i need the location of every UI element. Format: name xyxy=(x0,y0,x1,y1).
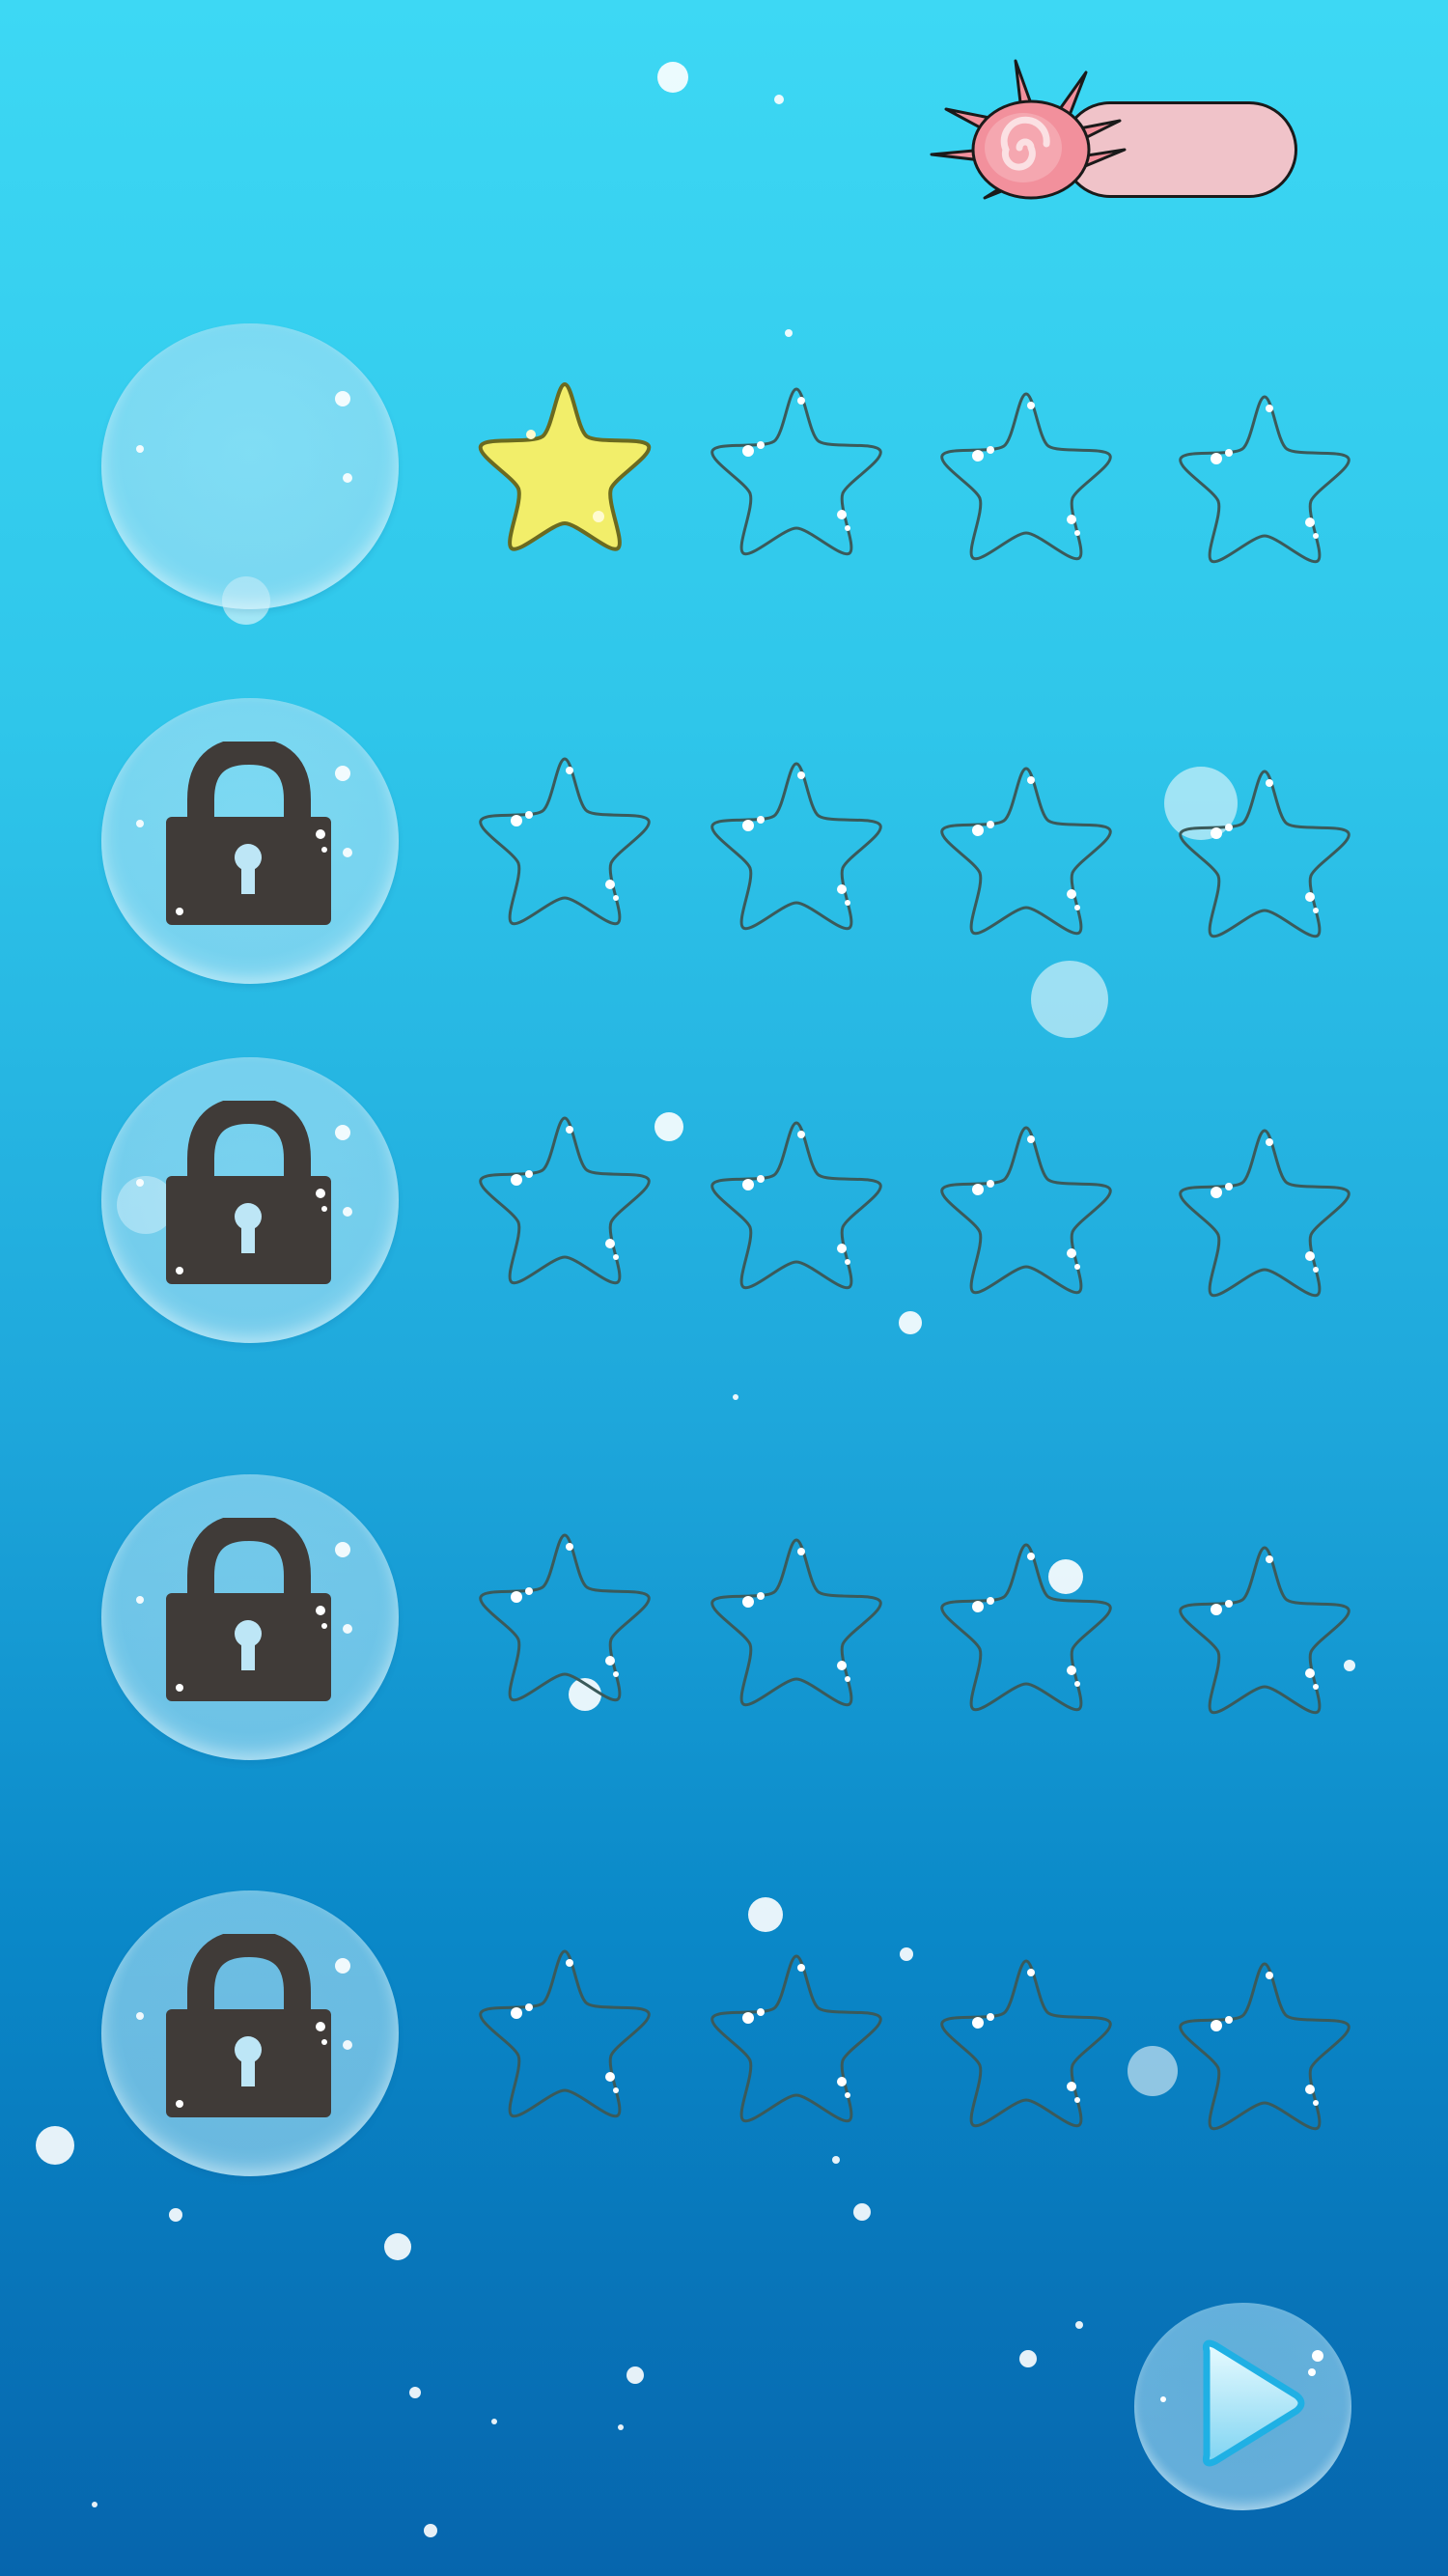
bubble-shine xyxy=(343,473,352,483)
bubble-shine xyxy=(343,848,352,857)
bubble-shine xyxy=(136,2012,144,2020)
star-empty-icon xyxy=(710,387,882,556)
padlock-icon xyxy=(166,1934,331,2117)
level-row-1 xyxy=(0,323,1448,613)
play-triangle-icon xyxy=(1160,2339,1323,2467)
star-empty-icon xyxy=(940,392,1112,561)
play-button[interactable] xyxy=(1134,2303,1351,2510)
star-empty-icon xyxy=(940,1959,1112,2128)
bubble-shine xyxy=(136,445,144,453)
bubble-shine xyxy=(335,1958,350,1974)
bubble-shine xyxy=(335,1542,350,1557)
bubble-shine xyxy=(335,766,350,781)
level-bubble-2[interactable] xyxy=(101,698,399,984)
star-empty-icon xyxy=(1179,1962,1351,2131)
background-bubble xyxy=(657,62,688,93)
sea-urchin-shell-icon xyxy=(930,59,1127,200)
level-bubble-5[interactable] xyxy=(101,1890,399,2176)
bubble-shine xyxy=(335,1125,350,1140)
star-empty-icon xyxy=(479,1949,651,2118)
padlock-icon xyxy=(166,1101,331,1284)
background-bubble xyxy=(409,2387,421,2398)
background-bubble xyxy=(384,2233,411,2260)
star-empty-icon xyxy=(940,1543,1112,1712)
level-row-4 xyxy=(0,1474,1448,1764)
level-row-2 xyxy=(0,698,1448,988)
bubble-shine xyxy=(343,1207,352,1217)
background-bubble xyxy=(169,2208,182,2222)
background-bubble xyxy=(733,1394,738,1400)
star-empty-icon xyxy=(710,1538,882,1707)
level-row-5 xyxy=(0,1890,1448,2180)
background-bubble xyxy=(92,2502,97,2507)
background-bubble xyxy=(774,95,784,104)
padlock-icon xyxy=(166,1518,331,1701)
star-empty-icon xyxy=(1179,1129,1351,1298)
bubble-shine xyxy=(343,1624,352,1634)
star-empty-icon xyxy=(479,1533,651,1702)
star-empty-icon xyxy=(710,762,882,931)
bubble-shine xyxy=(136,1596,144,1604)
shell-progress xyxy=(927,53,1342,208)
level-bubble-3[interactable] xyxy=(101,1057,399,1343)
background-bubble xyxy=(424,2524,437,2537)
level-bubble-1[interactable] xyxy=(101,323,399,609)
bubble-shine xyxy=(335,391,350,406)
star-empty-icon xyxy=(940,767,1112,936)
background-bubble xyxy=(1075,2321,1083,2329)
background-bubble xyxy=(627,2366,644,2384)
star-earned-icon xyxy=(478,381,652,551)
bubble-shine xyxy=(136,820,144,827)
background-bubble xyxy=(1019,2350,1037,2367)
bubble-shine xyxy=(343,2040,352,2050)
padlock-icon xyxy=(166,742,331,925)
level-row-3 xyxy=(0,1057,1448,1347)
star-empty-icon xyxy=(710,1954,882,2123)
star-empty-icon xyxy=(1179,1546,1351,1715)
star-empty-icon xyxy=(479,1116,651,1285)
bubble-shine xyxy=(136,1179,144,1187)
level-bubble-4[interactable] xyxy=(101,1474,399,1760)
star-empty-icon xyxy=(1179,770,1351,938)
star-empty-icon xyxy=(1179,395,1351,564)
star-empty-icon xyxy=(940,1126,1112,1295)
background-bubble xyxy=(618,2424,624,2430)
star-empty-icon xyxy=(710,1121,882,1290)
background-bubble xyxy=(491,2419,497,2424)
background-bubble xyxy=(853,2203,871,2221)
star-empty-icon xyxy=(479,757,651,926)
